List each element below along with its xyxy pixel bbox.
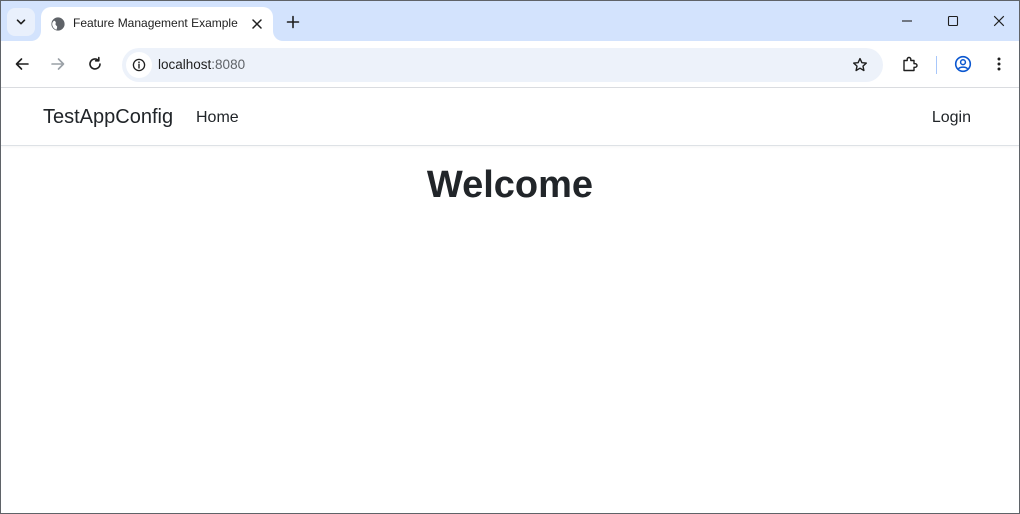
info-icon: [132, 58, 146, 72]
close-icon: [252, 19, 262, 29]
browser-toolbar: localhost:8080: [1, 41, 1019, 88]
puzzle-icon: [901, 55, 919, 73]
profile-button[interactable]: [949, 50, 977, 78]
arrow-left-icon: [14, 56, 30, 72]
arrow-right-icon: [50, 56, 66, 72]
url-host: localhost: [158, 57, 212, 72]
nav-link-home[interactable]: Home: [196, 109, 239, 127]
maximize-button[interactable]: [930, 1, 976, 41]
page-title: Welcome: [426, 164, 594, 206]
account-icon: [954, 55, 972, 73]
maximize-icon: [947, 15, 959, 27]
browser-tab[interactable]: Feature Management Example: [41, 7, 273, 41]
plus-icon: [286, 15, 300, 29]
page-viewport: TestAppConfig Home Login Welcome: [1, 88, 1019, 513]
nav-link-login[interactable]: Login: [932, 109, 971, 127]
toolbar-divider: [936, 56, 937, 74]
extensions-button[interactable]: [896, 50, 924, 78]
reload-button[interactable]: [81, 50, 109, 78]
site-info-button[interactable]: [126, 52, 152, 78]
chevron-down-icon: [15, 16, 27, 28]
forward-button[interactable]: [44, 50, 72, 78]
reload-icon: [87, 56, 103, 72]
browser-window: Feature Management Example localhost:808…: [0, 0, 1020, 514]
star-icon: [852, 57, 868, 73]
close-tab-button[interactable]: [247, 14, 267, 34]
tab-title: Feature Management Example: [73, 16, 238, 30]
tab-strip: Feature Management Example: [1, 1, 1019, 41]
globe-icon: [50, 16, 66, 32]
site-navbar: TestAppConfig Home Login: [1, 88, 1019, 146]
bookmark-button[interactable]: [849, 54, 871, 76]
new-tab-button[interactable]: [280, 9, 306, 35]
minimize-button[interactable]: [884, 1, 930, 41]
minimize-icon: [901, 15, 913, 27]
back-button[interactable]: [8, 50, 36, 78]
kebab-menu-icon: [991, 56, 1007, 72]
close-window-button[interactable]: [976, 1, 1019, 41]
url-text[interactable]: localhost:8080: [158, 57, 245, 72]
close-icon: [993, 15, 1005, 27]
browser-menu-button[interactable]: [985, 50, 1013, 78]
address-bar[interactable]: localhost:8080: [122, 48, 883, 82]
navbar-brand[interactable]: TestAppConfig: [43, 106, 173, 129]
url-port: :8080: [211, 57, 246, 72]
